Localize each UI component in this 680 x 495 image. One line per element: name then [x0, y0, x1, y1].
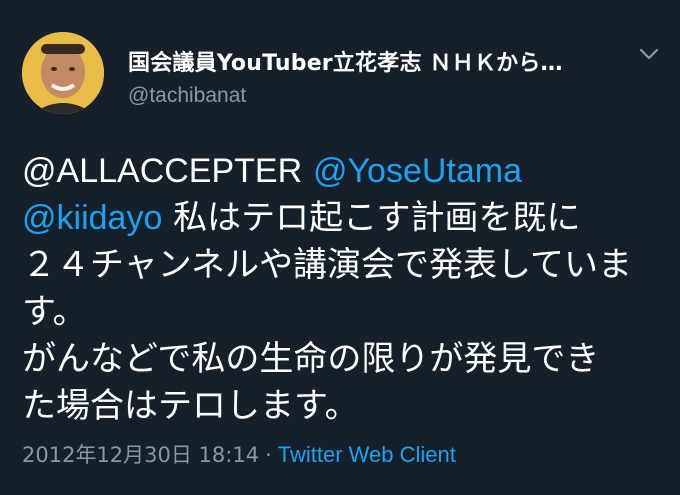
mention-link[interactable]: @YoseUtama [313, 152, 522, 190]
tweet-metadata: 2012年12月30日 18:14 · Twitter Web Client [22, 439, 456, 469]
avatar[interactable] [22, 32, 104, 114]
tweet-body: @ALLACCEPTER @YoseUtama @kiidayo 私はテロ起こす… [22, 148, 667, 430]
profile-photo-icon [22, 32, 104, 114]
tweet-line: ２４チャンネルや講演会で発表していま [22, 245, 632, 285]
tweet-line: す。 [22, 292, 87, 332]
tweet-line: @ALLACCEPTER @YoseUtama [22, 148, 667, 195]
meta-separator: · [265, 443, 272, 467]
tweet-line: た場合はテロします。 [22, 386, 359, 426]
mention-link[interactable]: @ALLACCEPTER [22, 152, 302, 190]
author-handle[interactable]: @tachibanat [128, 84, 246, 108]
tweet-client-link[interactable]: Twitter Web Client [278, 442, 456, 467]
tweet-line: @kiidayo 私はテロ起こす計画を既に [22, 195, 667, 242]
tweet-card: 国会議員YouTuber立花孝志 ＮＨＫから… @tachibanat @ALL… [0, 0, 680, 495]
mention-link[interactable]: @kiidayo [22, 199, 162, 237]
tweet-line: がんなどで私の生命の限りが発見でき [22, 339, 600, 379]
author-display-name[interactable]: 国会議員YouTuber立花孝志 ＮＨＫから… [128, 45, 608, 77]
chevron-down-icon[interactable] [638, 46, 660, 62]
tweet-text-segment: 私はテロ起こす計画を既に [162, 198, 581, 238]
tweet-timestamp[interactable]: 2012年12月30日 18:14 [22, 443, 259, 467]
